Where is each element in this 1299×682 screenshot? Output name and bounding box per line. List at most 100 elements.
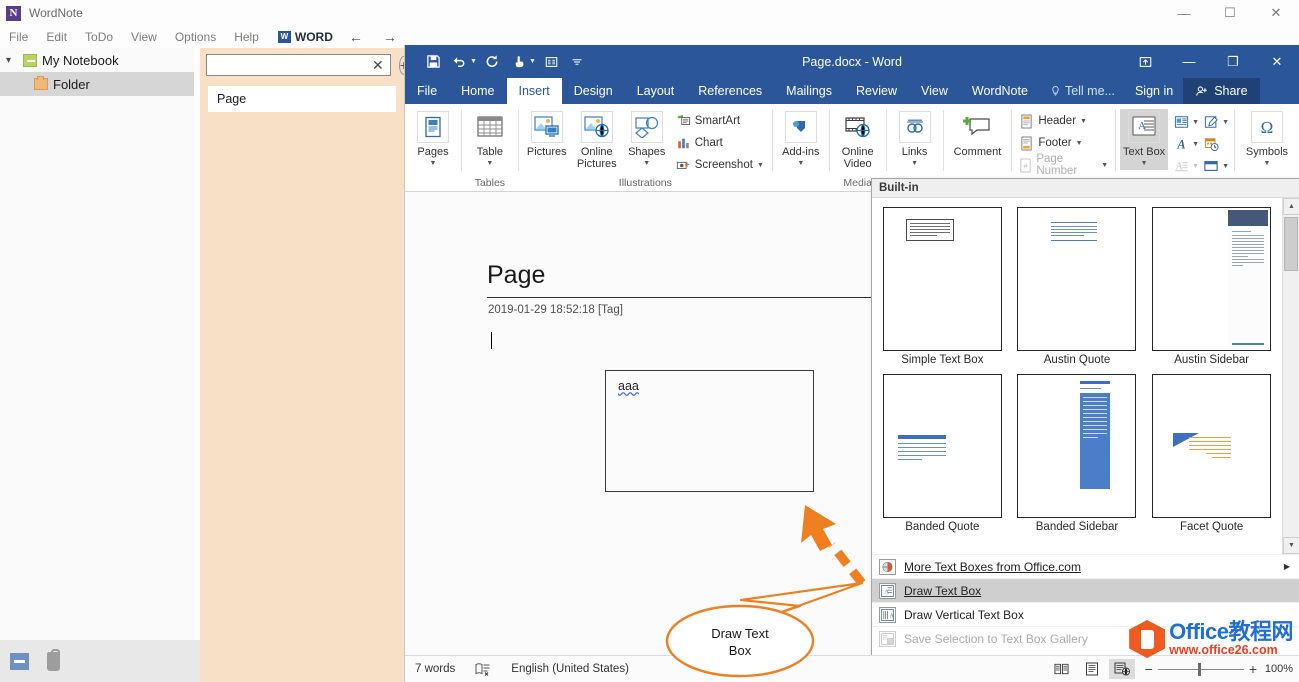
chevron-down-icon[interactable]: ▼ [1222,163,1230,170]
menu-help[interactable]: Help [225,28,268,46]
undo-button[interactable] [447,50,471,74]
chevron-down-icon[interactable]: ▼ [430,158,437,170]
chevron-down-icon[interactable]: ▼ [470,58,478,65]
arrow-forward-icon[interactable]: → [373,29,407,45]
chevron-down-icon[interactable]: ▼ [1076,140,1084,147]
gallery-item-simple-text-box[interactable]: Simple Text Box [876,204,1009,369]
menu-edit[interactable]: Edit [37,28,76,46]
signature-line-icon[interactable] [1200,111,1222,133]
chevron-down-icon[interactable]: ▼ [529,58,537,65]
save-button[interactable] [421,50,445,74]
search-input[interactable] [211,57,370,73]
chevron-down-icon[interactable]: ▼ [757,162,765,169]
chevron-down-icon[interactable]: ▼ [1080,118,1088,125]
chevron-up-icon[interactable]: ▲ [1283,198,1299,215]
zoom-knob[interactable] [1198,663,1201,676]
list-item[interactable]: Page [208,86,396,112]
menu-item-draw-text-box[interactable]: A Draw Text Box [872,578,1299,602]
pages-button[interactable]: Pages ▼ [409,109,457,170]
menu-options[interactable]: Options [166,28,225,46]
comment-button[interactable]: Comment [947,109,1007,158]
gallery-item-austin-quote[interactable]: Austin Quote [1011,204,1144,369]
chevron-down-icon[interactable]: ▼ [1192,163,1200,170]
online-pictures-button[interactable]: Online Pictures [573,109,621,170]
plus-icon[interactable]: + [1249,661,1257,677]
menu-file[interactable]: File [0,28,37,46]
word-count[interactable]: 7 words [405,663,465,675]
chevron-down-icon[interactable]: ▼ [797,158,804,170]
shapes-button[interactable]: Shapes ▼ [623,109,671,170]
tab-view[interactable]: View [909,78,960,104]
sign-in-button[interactable]: Sign in [1125,78,1183,104]
new-note-icon[interactable] [10,653,29,670]
gallery-item-banded-sidebar[interactable]: Banded Sidebar [1011,371,1144,536]
chevron-down-icon[interactable]: ▼ [1192,141,1200,148]
date-time-icon[interactable] [1200,133,1222,155]
proofing-errors-icon[interactable] [465,662,501,676]
minus-icon[interactable]: − [1145,661,1153,677]
wordnote-close-button[interactable]: ✕ [1253,0,1299,26]
drop-cap-icon[interactable]: A [1170,155,1192,177]
gallery-item-facet-quote[interactable]: Facet Quote [1145,371,1278,536]
online-video-button[interactable]: Online Video [834,109,882,170]
zoom-value[interactable]: 100% [1261,663,1293,675]
quick-parts-icon[interactable] [1170,111,1192,133]
chevron-down-icon[interactable]: ▼ [1192,119,1200,126]
footer-button[interactable]: Footer ▼ [1016,132,1111,154]
page-number-button[interactable]: # Page Number ▼ [1016,154,1111,176]
search-box[interactable]: ✕ [206,54,391,76]
links-button[interactable]: Links ▼ [891,109,939,170]
tab-references[interactable]: References [686,78,774,104]
chevron-down-icon[interactable]: ▼ [1283,537,1299,554]
scrollbar-thumb[interactable] [1284,217,1298,271]
chevron-down-icon[interactable]: ▼ [1264,158,1271,170]
zoom-slider[interactable]: − + [1145,661,1257,677]
gallery-item-banded-quote[interactable]: Banded Quote [876,371,1009,536]
symbols-button[interactable]: Ω Symbols ▼ [1239,109,1295,170]
wordnote-maximize-button[interactable]: ☐ [1207,0,1253,26]
table-button[interactable]: Table ▼ [466,109,514,170]
object-icon[interactable] [1200,155,1222,177]
web-layout-icon[interactable] [1109,659,1135,679]
chevron-down-icon[interactable]: ▼ [911,158,918,170]
chevron-down-icon[interactable]: ▾ [6,55,18,66]
header-button[interactable]: Header ▼ [1016,110,1111,132]
tree-item-folder[interactable]: Folder [0,72,194,96]
tag-icon[interactable] [47,652,60,671]
gallery-scrollbar[interactable]: ▲ ▼ [1282,198,1299,554]
tab-layout[interactable]: Layout [625,78,687,104]
tab-home[interactable]: Home [449,78,506,104]
drawn-text-box[interactable]: aaa [605,370,814,492]
tell-me-box[interactable]: Tell me... [1040,78,1125,104]
wordnote-word-tab[interactable]: W WORD [272,28,339,46]
add-ins-button[interactable]: Add-ins ▼ [777,109,825,170]
touch-mode-button[interactable] [506,50,530,74]
smartart-button[interactable]: SmartArt [673,110,768,132]
tree-item-my-notebook[interactable]: ▾ My Notebook [0,48,194,72]
tab-review[interactable]: Review [844,78,909,104]
tab-insert[interactable]: Insert [507,78,562,104]
word-restore-button[interactable]: ❐ [1211,45,1255,78]
chevron-down-icon[interactable]: ▼ [1222,119,1230,126]
gallery-item-austin-sidebar[interactable]: Austin Sidebar [1145,204,1278,369]
screenshot-button[interactable]: Screenshot ▼ [673,154,768,176]
close-icon[interactable]: ✕ [370,57,386,74]
chevron-down-icon[interactable]: ▼ [643,158,650,170]
print-layout-icon[interactable] [1079,659,1105,679]
zoom-track[interactable] [1158,669,1244,670]
tab-design[interactable]: Design [562,78,625,104]
print-preview-button[interactable] [539,50,563,74]
redo-button[interactable] [480,50,504,74]
menu-view[interactable]: View [122,28,166,46]
share-button[interactable]: Share [1183,78,1259,104]
chevron-down-icon[interactable]: ▼ [486,158,493,170]
tab-wordnote[interactable]: WordNote [960,78,1040,104]
menu-item-more-text-boxes[interactable]: More Text Boxes from Office.com ▶ [872,554,1299,578]
chevron-down-icon[interactable]: ▼ [1141,158,1148,170]
chart-button[interactable]: Chart [673,132,768,154]
word-close-button[interactable]: ✕ [1255,45,1299,78]
language-indicator[interactable]: English (United States) [501,663,639,675]
tab-file[interactable]: File [405,78,449,104]
ribbon-display-options-button[interactable] [1123,45,1167,78]
chevron-down-icon[interactable]: ▼ [1101,162,1108,169]
